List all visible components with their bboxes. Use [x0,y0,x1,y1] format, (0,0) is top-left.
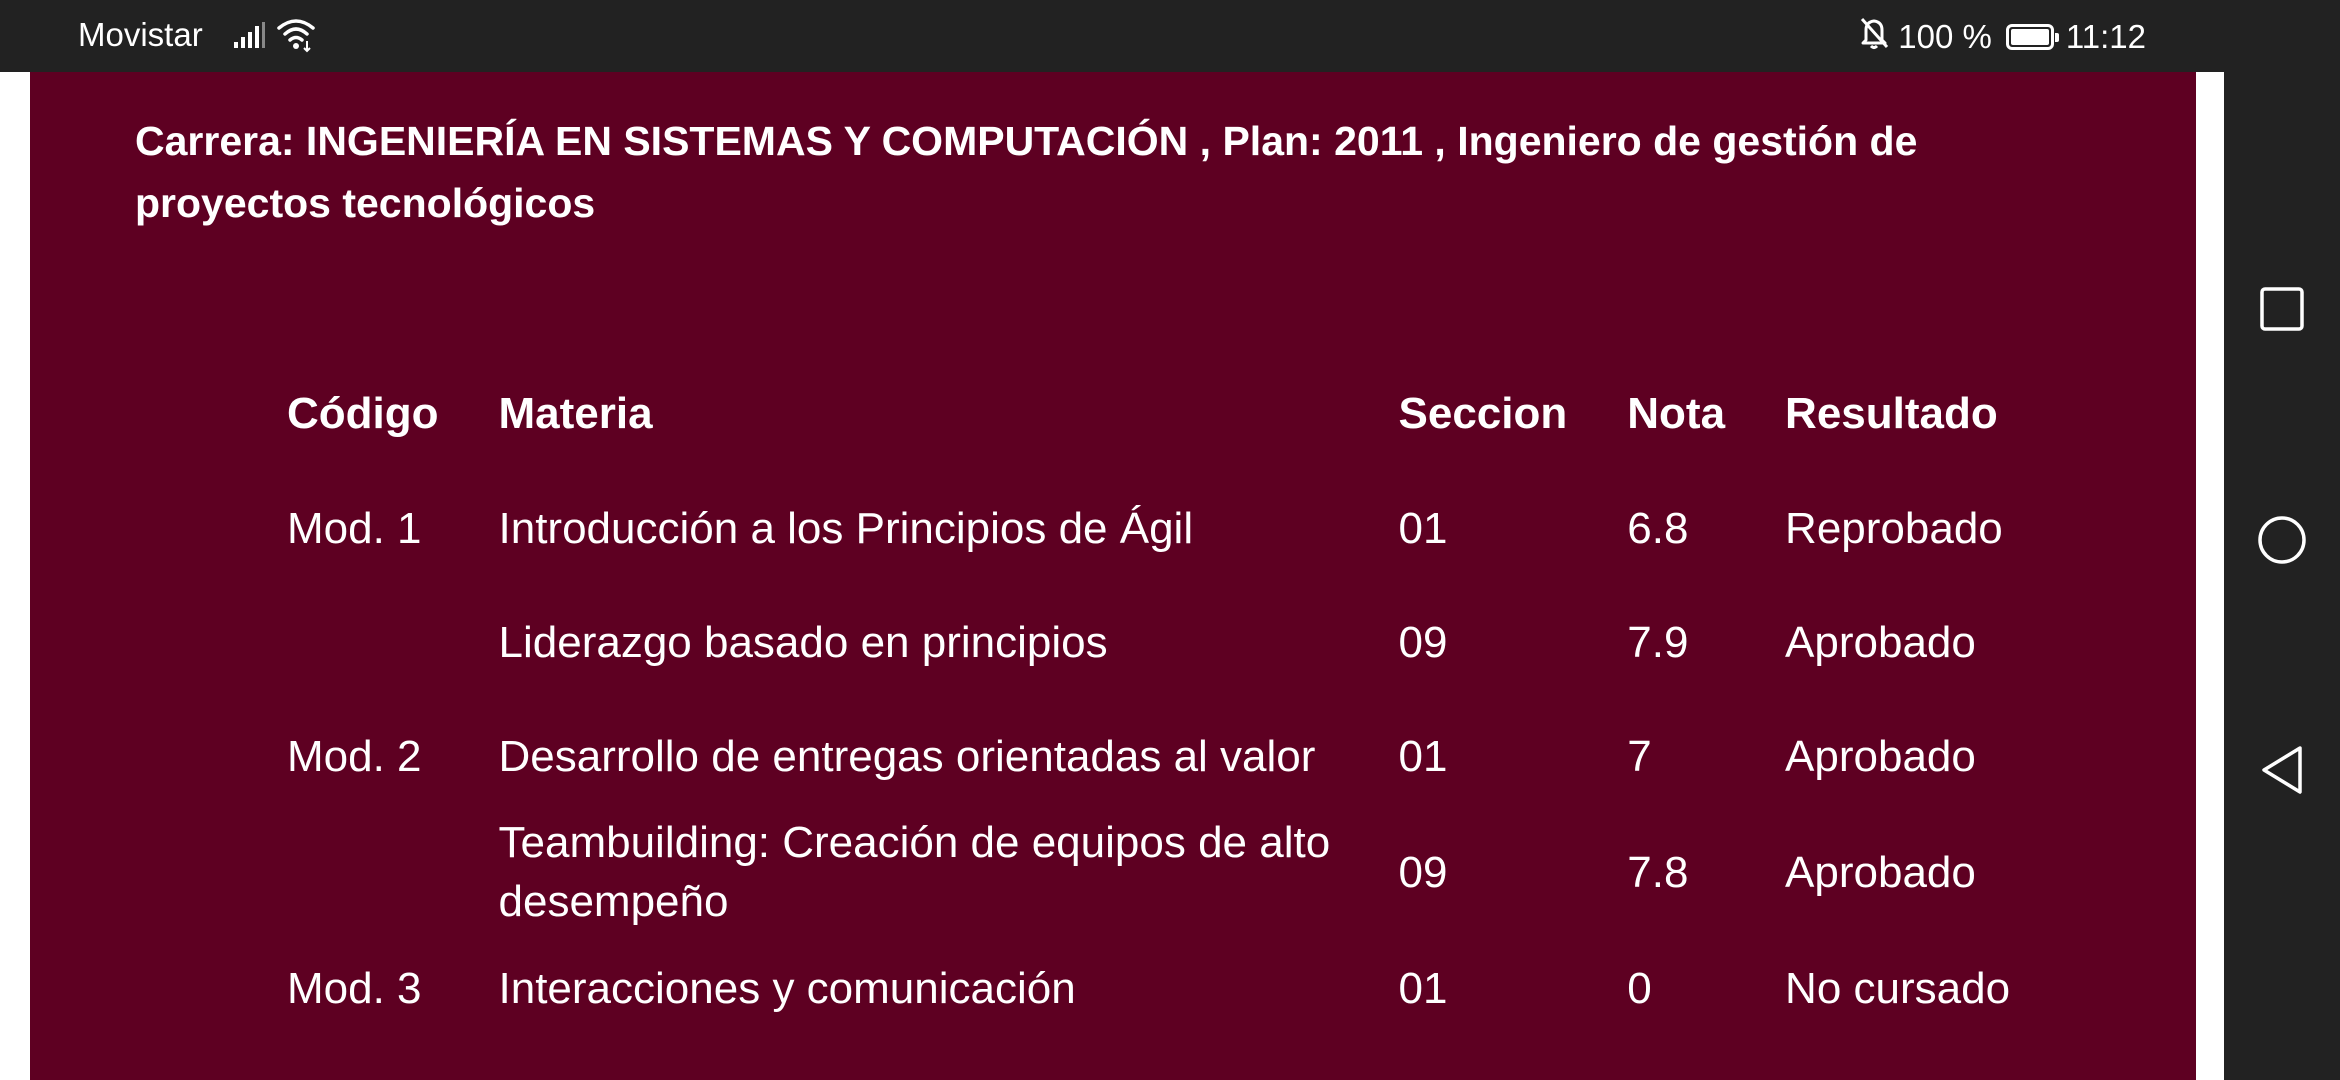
cell-code [257,585,469,699]
back-icon [2262,746,2302,794]
header-subject: Materia [498,389,653,438]
cell-result: No cursado [1785,963,2011,1013]
cell-code [257,813,469,931]
page-margin-right [2196,72,2224,1080]
mute-bell-icon [1858,16,1890,58]
cell-code: Mod. 2 [287,731,422,781]
grades-table: Código Materia Seccion Nota Resultado Mo… [257,357,2075,1045]
cell-result: Aprobado [1785,617,1976,667]
status-bar: Movistar 100 % 11:12 [0,0,2224,72]
table-row: Mod. 3 Interacciones y comunicación 01 0… [257,931,2075,1045]
cell-grade: 7.8 [1627,847,1689,897]
cell-subject: Interacciones y comunicación [498,963,1076,1013]
cell-result: Aprobado [1785,731,1976,781]
cell-grade: 7.9 [1627,617,1689,667]
recent-apps-icon [2260,287,2304,331]
cell-subject: Teambuilding: Creación de equipos de alt… [498,818,1331,926]
table-row: Teambuilding: Creación de equipos de alt… [257,813,2075,931]
table-row: Liderazgo basado en principios 09 7.9 Ap… [257,585,2075,699]
cell-section: 01 [1398,731,1448,781]
home-icon [2258,516,2306,564]
cell-subject: Introducción a los Principios de Ágil [498,503,1194,553]
wifi-icon [276,17,316,58]
clock: 11:12 [2065,18,2146,55]
signal-icon [232,22,266,55]
cell-section: 09 [1398,617,1448,667]
cell-result: Reprobado [1785,503,2003,553]
page-margin-left [0,72,30,1080]
header-result: Resultado [1785,389,1998,438]
cell-section: 01 [1398,963,1448,1013]
table-row: Mod. 2 Desarrollo de entregas orientadas… [257,699,2075,813]
cell-grade: 0 [1627,963,1652,1013]
cell-code: Mod. 1 [287,503,422,553]
career-title: Carrera: INGENIERÍA EN SISTEMAS Y COMPUT… [135,118,1918,226]
navigation-bar [2224,0,2340,1080]
home-button[interactable] [2247,505,2317,575]
recent-apps-button[interactable] [2247,274,2317,344]
cell-subject: Liderazgo basado en principios [498,617,1108,667]
cell-grade: 6.8 [1627,503,1689,553]
back-button[interactable] [2247,735,2317,805]
cell-grade: 7 [1627,731,1652,781]
header-code: Código [287,389,439,438]
table-row: Mod. 1 Introducción a los Principios de … [257,471,2075,585]
cell-subject: Desarrollo de entregas orientadas al val… [498,731,1316,781]
header-section: Seccion [1398,389,1568,438]
cell-section: 09 [1398,847,1448,897]
grades-card: Carrera: INGENIERÍA EN SISTEMAS Y COMPUT… [30,72,2196,1080]
cell-result: Aprobado [1785,847,1976,897]
status-right: 100 % 11:12 [1858,16,2146,58]
table-header-row: Código Materia Seccion Nota Resultado [257,357,2075,471]
cell-code: Mod. 3 [287,963,422,1013]
header-grade: Nota [1627,389,1726,438]
battery-icon [2005,24,2059,50]
carrier-name: Movistar [78,16,203,53]
cell-section: 01 [1398,503,1448,553]
battery-percent: 100 % [1898,18,1992,55]
